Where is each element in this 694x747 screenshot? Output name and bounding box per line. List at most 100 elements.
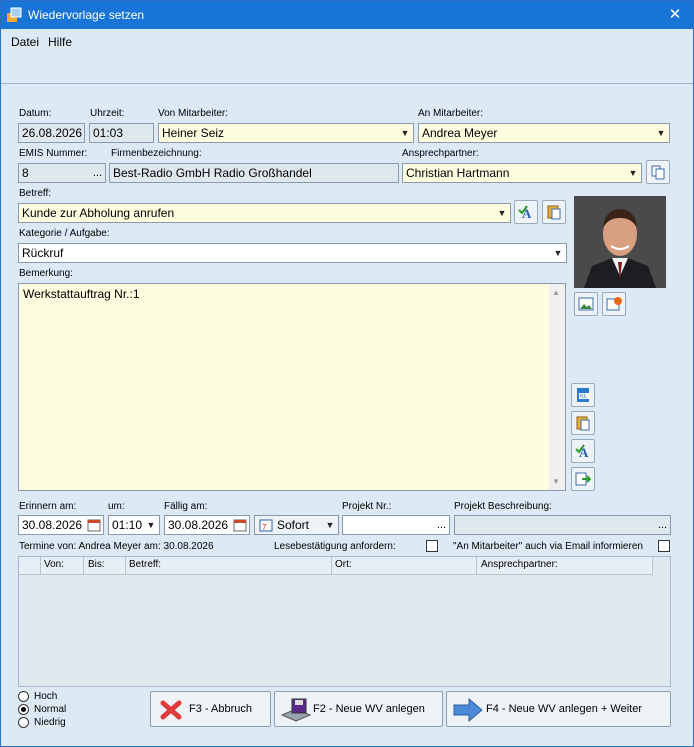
column-betreff[interactable]: Betreff: [129, 559, 161, 570]
neue-wv-weiter-label: F4 - Neue WV anlegen + Weiter [486, 703, 643, 715]
faellig-value: 30.08.2026 [168, 518, 229, 532]
priority-niedrig-radio[interactable] [18, 717, 29, 728]
termine-table[interactable]: Von: Bis: Betreff: Ort: Ansprechpartner: [18, 556, 671, 687]
an-mitarbeiter-value: Andrea Meyer [422, 126, 498, 140]
emis-value: 8 [22, 166, 29, 180]
priority-niedrig-label: Niedrig [34, 717, 66, 728]
chevron-down-icon[interactable]: ▼ [397, 124, 413, 142]
faellig-date-field[interactable]: 30.08.2026 [164, 515, 250, 535]
copy-contact-button[interactable] [646, 160, 670, 184]
uhrzeit-field[interactable]: 01:03 [89, 123, 154, 143]
chevron-down-icon[interactable]: ▼ [494, 204, 510, 222]
insert-kl-button[interactable]: KL [571, 383, 595, 407]
column-von[interactable]: Von: [44, 559, 64, 570]
abbruch-button[interactable]: F3 - Abbruch [150, 691, 271, 727]
arrow-right-icon [453, 698, 483, 722]
firma-label: Firmenbezeichnung: [111, 148, 202, 159]
chevron-down-icon[interactable]: ▼ [322, 516, 338, 534]
clipboard-icon [547, 205, 561, 220]
um-time-select[interactable]: 01:10 ▼ [108, 515, 160, 535]
paste-bemerkung-button[interactable] [571, 411, 595, 435]
bemerkung-textarea[interactable]: Werkstattauftrag Nr.:1 ▲ ▼ [18, 283, 566, 491]
column-divider[interactable] [476, 557, 477, 574]
betreff-label: Betreff: [19, 188, 52, 199]
von-mitarbeiter-select[interactable]: Heiner Seiz ▼ [158, 123, 414, 143]
column-ansprechpartner[interactable]: Ansprechpartner: [481, 559, 558, 570]
bemerkung-scrollbar[interactable]: ▲ ▼ [549, 284, 565, 490]
ansprechpartner-label: Ansprechpartner: [402, 148, 479, 159]
photo-view-button[interactable] [574, 292, 598, 316]
spellcheck-bemerkung-button[interactable]: A [571, 439, 595, 463]
datum-label: Datum: [19, 108, 52, 119]
image-edit-icon [606, 297, 622, 311]
column-divider[interactable] [652, 557, 653, 574]
ansprechpartner-select[interactable]: Christian Hartmann ▼ [402, 163, 642, 183]
menu-hilfe[interactable]: Hilfe [48, 35, 72, 49]
scroll-up-icon[interactable]: ▲ [552, 288, 560, 297]
neue-wv-button[interactable]: F2 - Neue WV anlegen [274, 691, 443, 727]
column-divider[interactable] [331, 557, 332, 574]
bemerkung-text: Werkstattauftrag Nr.:1 [23, 287, 140, 301]
projekt-beschreibung-browse-button[interactable]: ... [658, 516, 667, 534]
scroll-down-icon[interactable]: ▼ [552, 477, 560, 486]
faellig-label: Fällig am: [164, 501, 208, 512]
firma-field[interactable]: Best-Radio GmbH Radio Großhandel [109, 163, 399, 183]
toolbar-area [1, 53, 693, 84]
chevron-down-icon[interactable]: ▼ [625, 164, 641, 182]
email-info-checkbox[interactable] [658, 540, 670, 552]
spellcheck-icon: A [575, 444, 589, 459]
svg-text:KL: KL [580, 394, 588, 400]
emis-field[interactable]: 8... [18, 163, 106, 183]
datum-field[interactable]: 26.08.2026 [18, 123, 85, 143]
erinnern-label: Erinnern am: [19, 501, 77, 512]
column-divider[interactable] [125, 557, 126, 574]
column-divider[interactable] [40, 557, 41, 574]
bemerkung-label: Bemerkung: [19, 268, 73, 279]
lesebestaetigung-checkbox[interactable] [426, 540, 438, 552]
priority-normal-label: Normal [34, 704, 67, 715]
person-portrait-icon [574, 196, 666, 288]
priority-hoch-radio[interactable] [18, 691, 29, 702]
abbruch-label: F3 - Abbruch [189, 703, 252, 715]
column-bis[interactable]: Bis: [88, 559, 105, 570]
image-icon [578, 297, 594, 311]
document-kl-icon: KL [577, 388, 589, 402]
spellcheck-betreff-button[interactable]: A [514, 200, 538, 224]
calendar-icon[interactable] [87, 518, 101, 532]
kategorie-select[interactable]: Rückruf ▼ [18, 243, 567, 263]
priority-normal-radio[interactable] [18, 704, 29, 715]
betreff-select[interactable]: Kunde zur Abholung anrufen ▼ [18, 203, 511, 223]
priority-hoch-label: Hoch [34, 691, 58, 702]
calendar-icon[interactable] [233, 518, 247, 532]
photo-edit-button[interactable] [602, 292, 626, 316]
menu-datei[interactable]: Datei [11, 35, 39, 49]
an-mitarbeiter-select[interactable]: Andrea Meyer ▼ [418, 123, 670, 143]
termine-label: Termine von: Andrea Meyer am: 30.08.2026 [19, 541, 214, 552]
chevron-down-icon[interactable]: ▼ [653, 124, 669, 142]
paste-betreff-button[interactable] [542, 200, 566, 224]
projekt-nr-field[interactable]: ... [342, 515, 450, 535]
column-divider[interactable] [83, 557, 84, 574]
betreff-value: Kunde zur Abholung anrufen [22, 206, 175, 220]
kategorie-label: Kategorie / Aufgabe: [19, 228, 110, 239]
column-ort[interactable]: Ort: [335, 559, 352, 570]
lesebestaetigung-label: Lesebestätigung anfordern: [274, 541, 396, 552]
projekt-browse-button[interactable]: ... [437, 516, 446, 534]
projekt-beschreibung-field[interactable]: ... [454, 515, 671, 535]
chevron-down-icon[interactable]: ▼ [550, 244, 566, 262]
erinnern-date-field[interactable]: 30.08.2026 [18, 515, 104, 535]
sofort-value: Sofort [277, 518, 310, 532]
chevron-down-icon[interactable]: ▼ [143, 516, 159, 534]
neue-wv-weiter-button[interactable]: F4 - Neue WV anlegen + Weiter [446, 691, 671, 727]
window: Wiedervorlage setzen ✕ Datei Hilfe Datum… [0, 0, 694, 747]
export-bemerkung-button[interactable] [571, 467, 595, 491]
emis-browse-button[interactable]: ... [93, 164, 102, 182]
projekt-beschreibung-label: Projekt Beschreibung: [454, 501, 552, 512]
window-title: Wiedervorlage setzen [28, 8, 145, 22]
sofort-select[interactable]: 7 Sofort ▼ [254, 515, 339, 535]
von-mitarbeiter-label: Von Mitarbeiter: [158, 108, 229, 119]
spellcheck-icon: A [518, 205, 532, 220]
calendar-7-icon: 7 [259, 519, 273, 532]
close-icon[interactable]: ✕ [665, 5, 685, 23]
menu-bar: Datei Hilfe [1, 29, 693, 53]
